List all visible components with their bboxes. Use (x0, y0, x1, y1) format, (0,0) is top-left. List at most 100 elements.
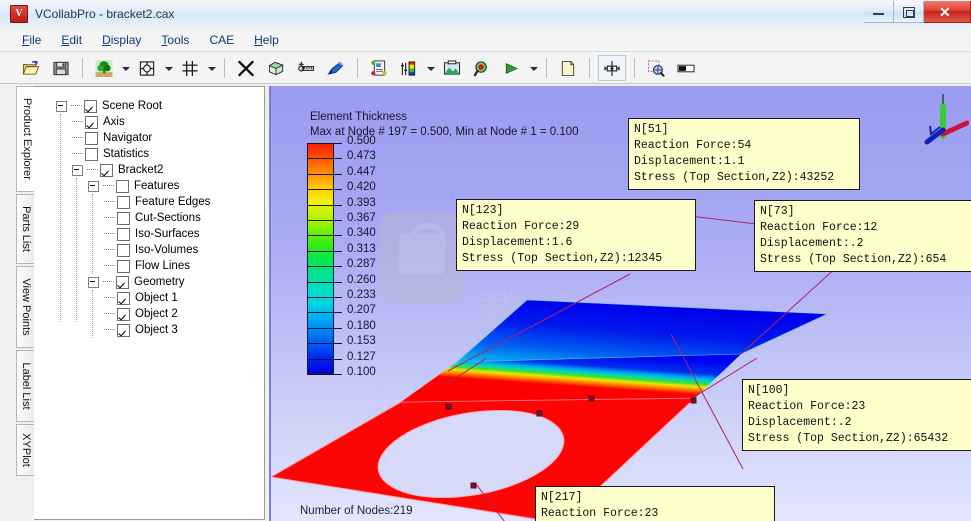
sidebar-tab-xyplot[interactable]: XYPlot (16, 424, 35, 476)
menu-help-label: elp (262, 32, 279, 47)
expander-icon[interactable] (56, 100, 67, 112)
legend-value: 0.260 (347, 273, 376, 286)
tree-node-geometry[interactable]: Geometry (56, 274, 261, 290)
animate-dropdown[interactable] (527, 56, 540, 80)
shaded-cube-icon (268, 61, 284, 75)
move-button[interactable] (233, 56, 259, 80)
menu-tools[interactable]: Tools (151, 31, 199, 49)
callout-n123-line4: Stress (Top Section,Z2):12345 (462, 252, 663, 265)
render-mode-button[interactable] (263, 56, 289, 80)
checkbox-geometry[interactable] (116, 275, 129, 289)
grid-dropdown[interactable] (205, 56, 218, 80)
contour-dropdown[interactable] (424, 56, 437, 80)
sidebar-tab-parts-list[interactable]: Parts List (16, 194, 35, 264)
tree-connector (104, 313, 115, 315)
checkbox-feature-edges[interactable] (117, 195, 130, 209)
zoom-box-icon (647, 59, 665, 77)
checkbox-object-1[interactable] (117, 291, 130, 305)
callout-n100-line4: Stress (Top Section,Z2):65432 (748, 432, 949, 445)
tree-node-cut-sections[interactable]: Cut-Sections (56, 210, 261, 226)
menu-file[interactable]: File (12, 31, 51, 49)
expander-icon[interactable] (88, 180, 99, 192)
checkbox-scene-root[interactable] (84, 99, 97, 113)
contour-legend-button[interactable] (396, 56, 422, 80)
callout-n51-line1: N[51] (634, 123, 669, 136)
align-button[interactable] (598, 54, 626, 81)
zoom-query-button[interactable] (469, 56, 495, 80)
zoom-box-button[interactable] (643, 56, 669, 80)
callout-n100-line3: Displacement:.2 (748, 416, 852, 429)
sidebar-tab-view-points[interactable]: View Points (16, 266, 35, 348)
callout-n73[interactable]: N[73] Reaction Force:12 Displacement:.2 … (754, 200, 971, 272)
checkbox-features[interactable] (116, 179, 129, 193)
align-center-icon (604, 60, 620, 76)
tree-node-object-3[interactable]: Object 3 (56, 322, 261, 338)
grid-button[interactable] (177, 56, 203, 80)
tree-node-object-2[interactable]: Object 2 (56, 306, 261, 322)
maximize-button[interactable] (894, 1, 924, 23)
tree-node-navigator[interactable]: Navigator (56, 130, 261, 146)
measure-button[interactable] (293, 56, 319, 80)
tree-label-geometry: Geometry (134, 275, 185, 288)
sidebar-tab-label-list[interactable]: Label List (16, 350, 35, 422)
callout-n123[interactable]: N[123] Reaction Force:29 Displacement:1.… (456, 199, 696, 271)
minimize-button[interactable] (864, 1, 894, 23)
split-view-button[interactable] (673, 56, 699, 80)
menu-display[interactable]: Display (92, 31, 151, 49)
callout-n73-line4: Stress (Top Section,Z2):654 (760, 253, 947, 266)
menu-cae[interactable]: CAE (199, 31, 244, 49)
legend-tick (307, 266, 342, 268)
tree-node-bracket2[interactable]: Bracket2 (56, 162, 261, 178)
tree-label-bracket2: Bracket2 (118, 163, 164, 176)
tree-node-iso-surfaces[interactable]: Iso-Surfaces (56, 226, 261, 242)
callout-n51-line2: Reaction Force:54 (634, 139, 752, 152)
checkbox-statistics[interactable] (85, 147, 98, 161)
checkbox-bracket2[interactable] (100, 163, 113, 177)
scene-tree-dropdown[interactable] (119, 56, 132, 80)
scene-tree-button[interactable] (91, 56, 117, 80)
tree-node-object-1[interactable]: Object 1 (56, 290, 261, 306)
legend-value: 0.233 (347, 289, 376, 301)
tree-node-flow-lines[interactable]: Flow Lines (56, 258, 261, 274)
checkbox-navigator[interactable] (85, 131, 98, 145)
image-capture-button[interactable] (439, 56, 465, 80)
tree-node-scene-root[interactable]: Scene Root (56, 98, 261, 114)
node-count-label: Number of Nodes:219 (300, 505, 413, 517)
checkbox-iso-surfaces[interactable] (117, 227, 130, 241)
checkbox-iso-volumes[interactable] (117, 243, 130, 257)
legend-value: 0.127 (347, 350, 376, 363)
open-file-button[interactable] (18, 56, 44, 80)
menu-edit[interactable]: Edit (51, 31, 92, 49)
close-button[interactable]: ✕ (924, 1, 971, 23)
menu-help[interactable]: Help (244, 31, 289, 49)
probe-button[interactable] (323, 56, 349, 80)
tree-node-feature-edges[interactable]: Feature Edges (56, 194, 261, 210)
3d-viewport[interactable]: anxz.com 安下载 (269, 86, 971, 521)
expander-icon[interactable] (88, 276, 99, 288)
tree-node-statistics[interactable]: Statistics (56, 146, 261, 162)
callout-n100[interactable]: N[100] Reaction Force:23 Displacement:.2… (742, 379, 971, 451)
checkbox-cut-sections[interactable] (117, 211, 130, 225)
checkbox-flow-lines[interactable] (117, 259, 130, 273)
fit-view-button[interactable] (134, 56, 160, 80)
tree-node-features[interactable]: Features (56, 178, 261, 194)
result-page-button[interactable] (366, 56, 392, 80)
new-page-button[interactable] (555, 56, 581, 80)
checkbox-object-3[interactable] (117, 323, 130, 337)
expander-icon[interactable] (72, 164, 83, 176)
tree-label-object-1: Object 1 (135, 291, 178, 304)
animate-play-button[interactable] (499, 56, 525, 80)
tree-label-axis: Axis (103, 115, 125, 128)
checkbox-object-2[interactable] (117, 307, 130, 321)
tree-node-axis[interactable]: Axis (56, 114, 261, 130)
result-page-icon (371, 59, 387, 76)
menu-bar: File Edit Display Tools CAE Help (0, 28, 971, 52)
checkbox-axis[interactable] (85, 115, 98, 129)
tree-node-iso-volumes[interactable]: Iso-Volumes (56, 242, 261, 258)
callout-n51[interactable]: N[51] Reaction Force:54 Displacement:1.1… (628, 118, 860, 190)
fit-view-dropdown[interactable] (162, 56, 175, 80)
callout-n217[interactable]: N[217] Reaction Force:23 (535, 486, 775, 521)
sidebar-tab-label-list-label: Label List (20, 362, 32, 410)
save-file-button[interactable] (48, 56, 74, 80)
window-title: VCollabPro - bracket2.cax (35, 7, 175, 21)
